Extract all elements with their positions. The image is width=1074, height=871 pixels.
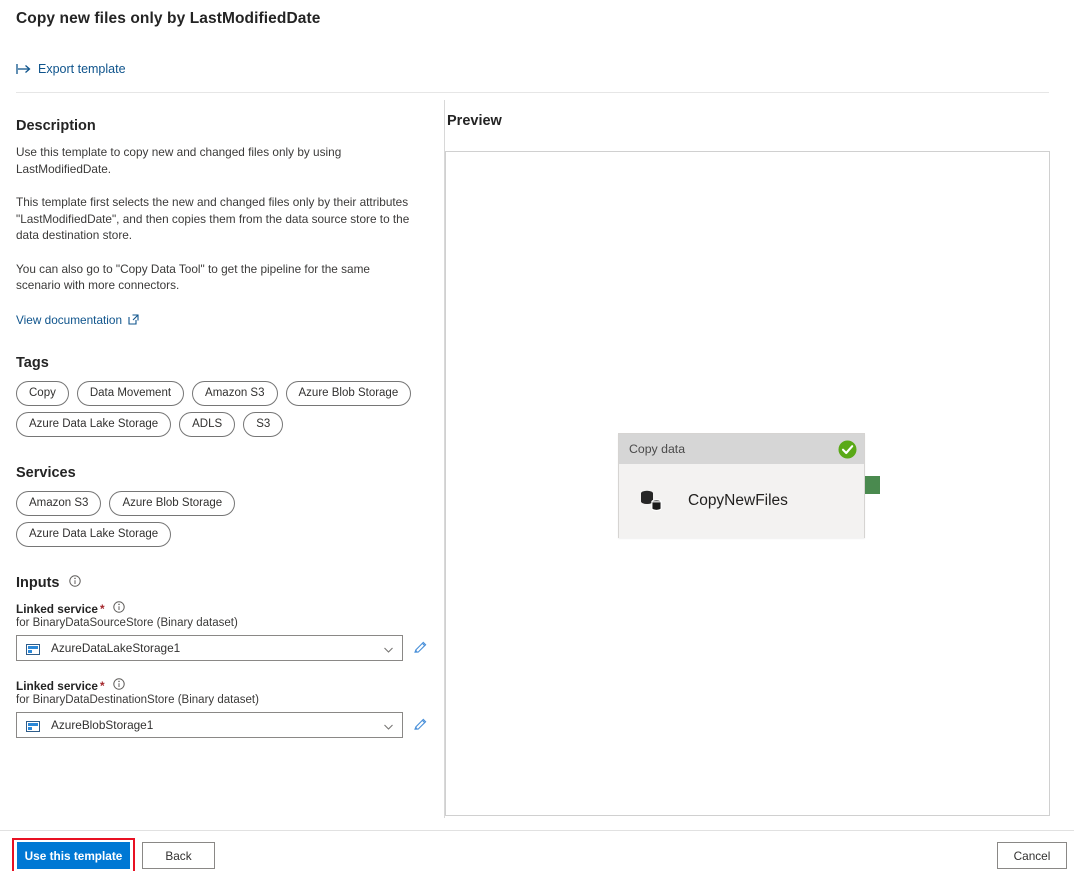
required-marker: * (99, 601, 105, 616)
description-paragraph-1: Use this template to copy new and change… (16, 145, 342, 176)
linked-service-dropdown-2[interactable]: AzureBlobStorage1 (16, 711, 403, 738)
description-heading: Description (16, 118, 96, 134)
external-link-icon (128, 314, 139, 325)
copy-data-activity-card[interactable]: Copy data CopyNewFiles (618, 433, 865, 538)
cancel-button[interactable]: Cancel (997, 842, 1067, 869)
linked-service-row-1: AzureDataLakeStorage1 (16, 634, 428, 661)
export-template-label: Export template (38, 62, 126, 76)
activity-card-body: CopyNewFiles (619, 464, 864, 538)
activity-name-label: CopyNewFiles (688, 492, 788, 509)
tags-list: Copy Data Movement Amazon S3 Azure Blob … (16, 380, 428, 437)
preview-canvas[interactable]: Copy data CopyNewFiles (445, 151, 1050, 816)
required-marker: * (99, 678, 105, 693)
info-icon[interactable] (113, 600, 125, 613)
footer-divider (0, 830, 1074, 831)
tags-heading: Tags (16, 354, 49, 371)
left-detail-panel: Description Use this template to copy ne… (0, 100, 444, 818)
edit-linked-service-1-button[interactable] (413, 640, 428, 655)
linked-service-sublabel-1: for BinaryDataSourceStore (Binary datase… (16, 616, 238, 629)
page-title: Copy new files only by LastModifiedDate (16, 10, 321, 27)
field-label-text: Linked service (16, 601, 98, 616)
linked-service-icon (26, 719, 40, 732)
tag-pill[interactable]: ADLS (179, 411, 236, 437)
inputs-heading-label: Inputs (16, 574, 60, 591)
tag-pill[interactable]: Azure Blob Storage (285, 380, 412, 406)
export-template-button[interactable]: Export template (16, 62, 126, 76)
tag-pill[interactable]: Data Movement (76, 380, 185, 406)
activity-output-handle[interactable] (865, 476, 880, 494)
inputs-heading: Inputs (16, 575, 428, 591)
tag-pill[interactable]: S3 (243, 411, 284, 437)
services-heading: Services (16, 464, 76, 481)
use-this-template-button[interactable]: Use this template (17, 842, 130, 869)
description-paragraph-2: This template first selects the new and … (16, 195, 410, 242)
linked-service-dropdown-1[interactable]: AzureDataLakeStorage1 (16, 634, 403, 661)
linked-service-label-2: Linked service * (16, 677, 428, 693)
linked-service-icon (26, 642, 40, 655)
command-bar-divider (16, 92, 1049, 93)
linked-service-sublabel-2: for BinaryDataDestinationStore (Binary d… (16, 693, 259, 706)
view-documentation-label: View documentation (16, 312, 123, 327)
chevron-down-icon[interactable] (383, 642, 394, 653)
edit-linked-service-2-button[interactable] (413, 717, 428, 732)
preview-heading: Preview (447, 113, 502, 129)
tag-pill[interactable]: Azure Data Lake Storage (16, 411, 172, 437)
activity-type-label: Copy data (629, 442, 686, 456)
copy-data-icon (639, 489, 666, 514)
services-list: Amazon S3 Azure Blob Storage Azure Data … (16, 490, 266, 547)
info-icon[interactable] (68, 574, 81, 587)
view-documentation-link[interactable]: View documentation (16, 313, 139, 327)
green-check-icon (838, 440, 857, 459)
info-icon[interactable] (113, 677, 125, 690)
field-label-text: Linked service (16, 678, 98, 693)
tag-pill[interactable]: Amazon S3 (192, 380, 278, 406)
service-pill[interactable]: Azure Data Lake Storage (16, 521, 172, 547)
back-button[interactable]: Back (142, 842, 215, 869)
linked-service-value-1: AzureDataLakeStorage1 (51, 640, 181, 655)
tag-pill[interactable]: Copy (16, 380, 69, 406)
linked-service-label-1: Linked service * (16, 600, 428, 616)
export-arrow-icon (16, 62, 31, 76)
service-pill[interactable]: Amazon S3 (16, 490, 102, 516)
service-pill[interactable]: Azure Blob Storage (109, 490, 236, 516)
linked-service-value-2: AzureBlobStorage1 (51, 717, 154, 732)
description-paragraph-3: You can also go to "Copy Data Tool" to g… (16, 261, 370, 293)
template-detail-page: Copy new files only by LastModifiedDate … (0, 0, 1074, 871)
activity-card-header: Copy data (619, 434, 864, 464)
linked-service-row-2: AzureBlobStorage1 (16, 711, 428, 738)
chevron-down-icon[interactable] (383, 719, 394, 730)
